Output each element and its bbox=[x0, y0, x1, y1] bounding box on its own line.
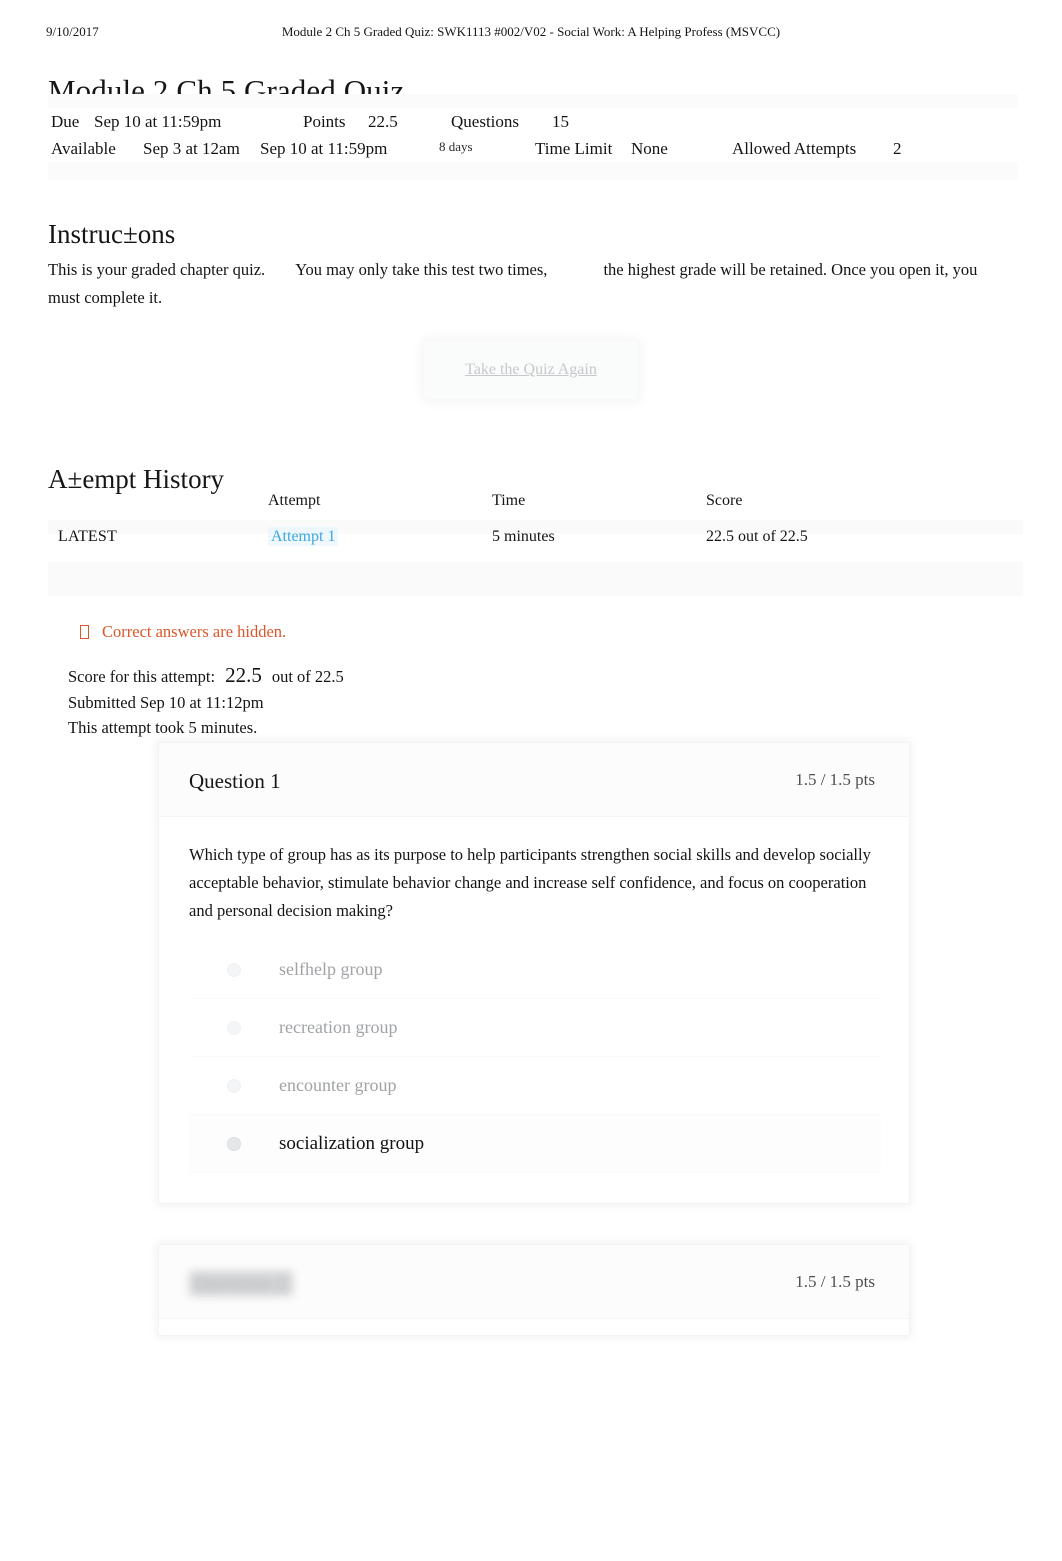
table-row: LATEST Attempt 1 5 minutes 22.5 out of 2… bbox=[48, 527, 1023, 554]
due-label: Due bbox=[51, 112, 80, 131]
column-header-score: Score bbox=[706, 492, 743, 509]
instructions-text-2: You may only take this test two times, bbox=[295, 260, 548, 279]
allowed-attempts-label: Allowed Attempts bbox=[732, 139, 857, 158]
points-label: Points bbox=[303, 112, 346, 131]
info-box-icon bbox=[80, 625, 89, 639]
answer-option-label: recreation group bbox=[279, 1017, 398, 1037]
score-label: Score for this attempt: bbox=[68, 667, 216, 686]
answer-options-list: selfhelp group recreation group encounte… bbox=[189, 941, 881, 1173]
questions-label: Questions bbox=[451, 112, 519, 131]
question-card: Question 1 1.5 / 1.5 pts Which type of g… bbox=[158, 742, 910, 1204]
retake-quiz-button-wrapper: Take the Quiz Again bbox=[424, 341, 638, 399]
radio-button-icon[interactable] bbox=[227, 1078, 241, 1093]
attempt-history-header-row: Attempt Time Score bbox=[48, 492, 1023, 518]
question-points: 1.5 / 1.5 pts bbox=[795, 1272, 875, 1291]
question-points: 1.5 / 1.5 pts bbox=[795, 770, 875, 789]
submitted-line: Submitted Sep 10 at 11:12pm bbox=[68, 692, 264, 712]
attempt-time-value: 5 minutes bbox=[492, 528, 555, 545]
print-page-title: Module 2 Ch 5 Graded Quiz: SWK1113 #002/… bbox=[281, 24, 781, 39]
question-card: Question 2 1.5 / 1.5 pts bbox=[158, 1244, 910, 1336]
points-value: 22.5 bbox=[368, 112, 398, 131]
answer-option[interactable]: selfhelp group bbox=[189, 941, 881, 999]
questions-value: 15 bbox=[552, 112, 569, 131]
attempt-duration-line: This attempt took 5 minutes. bbox=[68, 718, 258, 737]
attempt-score-value: 22.5 out of 22.5 bbox=[706, 528, 808, 545]
due-value: Sep 10 at 11:59pm bbox=[94, 112, 222, 131]
radio-button-icon[interactable] bbox=[227, 962, 241, 977]
score-value: 22.5 bbox=[225, 663, 262, 687]
attempt-link-cell: Attempt 1 bbox=[268, 527, 339, 546]
column-header-attempt: Attempt bbox=[268, 492, 321, 509]
allowed-attempts-value: 2 bbox=[893, 139, 902, 158]
available-label: Available bbox=[51, 139, 116, 158]
answer-option[interactable]: recreation group bbox=[189, 999, 881, 1057]
answer-option-selected[interactable]: socialization group bbox=[189, 1115, 881, 1173]
score-for-attempt-line: Score for this attempt: 22.5 out of 22.5 bbox=[68, 663, 344, 690]
answer-option[interactable]: encounter group bbox=[189, 1057, 881, 1115]
print-header: 9/10/2017 Module 2 Ch 5 Graded Quiz: SWK… bbox=[0, 24, 1062, 42]
meta-strip-top bbox=[48, 94, 1018, 108]
answer-option-label: selfhelp group bbox=[279, 959, 383, 979]
instructions-text-1: This is your graded chapter quiz. bbox=[48, 260, 266, 279]
column-header-time: Time bbox=[492, 492, 526, 509]
meta-strip-bottom bbox=[48, 162, 1018, 180]
question-title: Question 1 bbox=[189, 769, 281, 793]
time-limit-value: None bbox=[631, 139, 668, 158]
available-until: Sep 10 at 11:59pm bbox=[260, 139, 388, 158]
attempt-score-summary: Score for this attempt: 22.5 out of 22.5 S… bbox=[68, 663, 344, 741]
attempt-history-heading: A±empt History bbox=[48, 464, 225, 495]
take-quiz-again-button[interactable]: Take the Quiz Again bbox=[424, 341, 638, 399]
instructions-body: This is your graded chapter quiz. You may… bbox=[48, 256, 1008, 312]
attempt-history-strip-2 bbox=[48, 562, 1023, 596]
score-out-of: out of 22.5 bbox=[271, 667, 344, 686]
radio-button-selected-icon[interactable] bbox=[227, 1136, 241, 1151]
question-title: Question 2 bbox=[189, 1271, 293, 1296]
radio-button-icon[interactable] bbox=[227, 1020, 241, 1035]
attempt-1-link[interactable]: Attempt 1 bbox=[268, 527, 339, 546]
available-duration: 8 days bbox=[439, 139, 473, 154]
question-prompt: Which type of group has as its purpose t… bbox=[189, 845, 871, 920]
attempt-kept-badge: LATEST bbox=[58, 528, 117, 545]
available-from: Sep 3 at 12am bbox=[143, 139, 240, 158]
hidden-notice-text: Correct answers are hidden. bbox=[102, 622, 287, 641]
instructions-heading: Instruc±ons bbox=[48, 219, 176, 250]
answer-option-label: socialization group bbox=[279, 1132, 425, 1154]
correct-answers-hidden-notice: Correct answers are hidden. bbox=[80, 622, 286, 642]
time-limit-label: Time Limit bbox=[535, 139, 613, 158]
answer-option-label: encounter group bbox=[279, 1075, 397, 1095]
